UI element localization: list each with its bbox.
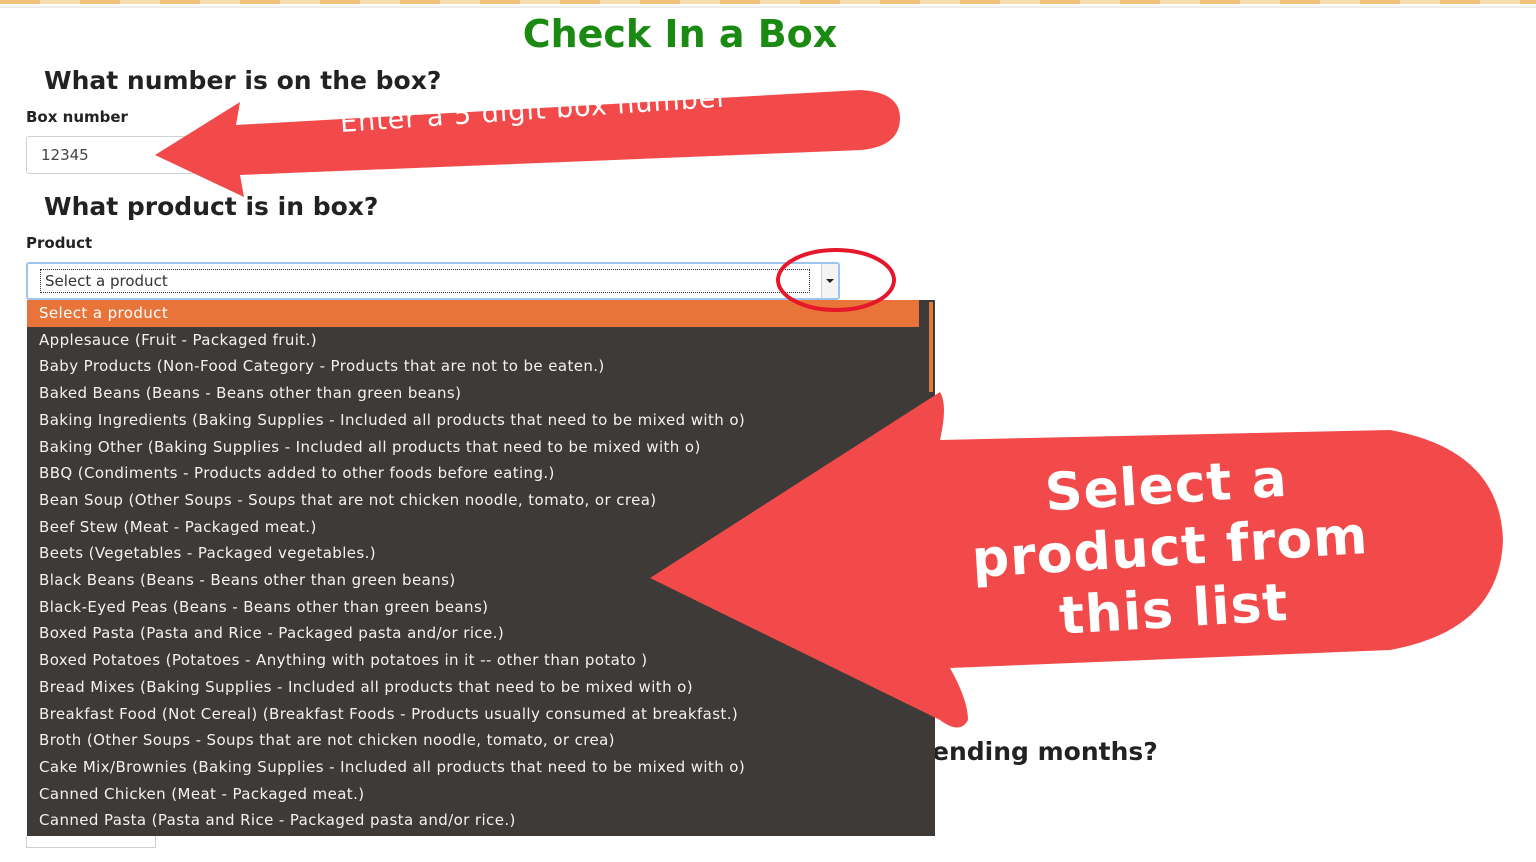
product-hint: Select a product from this list	[970, 448, 1370, 647]
dropdown-option[interactable]: BBQ (Condiments - Products added to othe…	[27, 460, 919, 487]
dropdown-option[interactable]: Cake Mix/Brownies (Baking Supplies - Inc…	[27, 754, 919, 781]
chevron-down-icon[interactable]	[821, 264, 838, 298]
product-dropdown-list[interactable]: Select a product Applesauce (Fruit - Pac…	[27, 300, 935, 836]
top-decorative-stripe	[0, 0, 1536, 4]
dropdown-option[interactable]: Bean Soup (Other Soups - Soups that are …	[27, 487, 919, 514]
dropdown-option[interactable]: Applesauce (Fruit - Packaged fruit.)	[27, 327, 919, 354]
check-in-page: Check In a Box What number is on the box…	[0, 0, 1536, 862]
dropdown-option[interactable]: Baking Other (Baking Supplies - Included…	[27, 434, 919, 461]
dropdown-option[interactable]: Black-Eyed Peas (Beans - Beans other tha…	[27, 594, 919, 621]
box-number-input[interactable]: 12345	[26, 136, 276, 174]
dropdown-option[interactable]: Select a product	[27, 300, 919, 327]
dropdown-scroll-thumb[interactable]	[929, 302, 933, 392]
dropdown-option[interactable]: Beets (Vegetables - Packaged vegetables.…	[27, 540, 919, 567]
product-label: Product	[26, 234, 93, 252]
dropdown-option[interactable]: Breakfast Food (Not Cereal) (Breakfast F…	[27, 701, 919, 728]
dropdown-scrollbar[interactable]	[927, 300, 935, 836]
hidden-input[interactable]	[26, 836, 156, 848]
dropdown-option[interactable]: Bread Mixes (Baking Supplies - Included …	[27, 674, 919, 701]
box-number-label: Box number	[26, 108, 128, 126]
dropdown-option[interactable]: Black Beans (Beans - Beans other than gr…	[27, 567, 919, 594]
dropdown-option[interactable]: Broth (Other Soups - Soups that are not …	[27, 727, 919, 754]
product-select-value: Select a product	[40, 269, 810, 293]
dropdown-option[interactable]: Canned Chicken (Meat - Packaged meat.)	[27, 781, 919, 808]
page-title: Check In a Box	[522, 12, 838, 56]
dropdown-option[interactable]: Baking Ingredients (Baking Supplies - In…	[27, 407, 919, 434]
dropdown-option[interactable]: Boxed Potatoes (Potatoes - Anything with…	[27, 647, 919, 674]
dropdown-option[interactable]: Canned Pasta (Pasta and Rice - Packaged …	[27, 807, 919, 834]
box-number-heading: What number is on the box?	[44, 66, 442, 95]
top-divider	[0, 6, 1536, 8]
dropdown-option[interactable]: Baked Beans (Beans - Beans other than gr…	[27, 380, 919, 407]
dropdown-option[interactable]: Baby Products (Non-Food Category - Produ…	[27, 353, 919, 380]
months-heading-partial: ending months?	[932, 737, 1158, 766]
dropdown-option[interactable]: Beef Stew (Meat - Packaged meat.)	[27, 514, 919, 541]
dropdown-option[interactable]: Boxed Pasta (Pasta and Rice - Packaged p…	[27, 620, 919, 647]
product-select[interactable]: Select a product	[26, 262, 840, 300]
product-heading: What product is in box?	[44, 192, 379, 221]
